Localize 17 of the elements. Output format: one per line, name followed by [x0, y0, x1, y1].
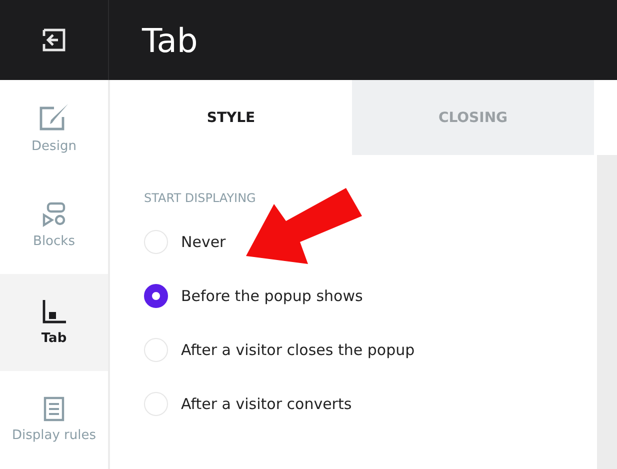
sidebar-item[interactable]: Blocks — [0, 177, 108, 274]
tab[interactable]: CLOSING — [352, 80, 594, 155]
document-icon — [43, 396, 65, 422]
option-label: After a visitor closes the popup — [181, 341, 415, 359]
sidebar-item[interactable]: Tab — [0, 274, 108, 371]
sidebar-item[interactable]: Display rules — [0, 371, 108, 468]
sidebar-item[interactable]: Design — [0, 80, 108, 177]
section-heading: START DISPLAYING — [144, 191, 257, 205]
corner-tab-icon — [41, 299, 67, 325]
option-label: After a visitor converts — [181, 395, 352, 413]
panel-title: Tab — [140, 20, 198, 62]
option-label: Never — [181, 233, 226, 251]
exit-icon[interactable] — [41, 28, 67, 52]
canvas-brush-icon — [38, 103, 70, 133]
shapes-icon — [41, 202, 67, 228]
radio-button[interactable] — [144, 284, 168, 308]
option-label: Before the popup shows — [181, 287, 363, 305]
